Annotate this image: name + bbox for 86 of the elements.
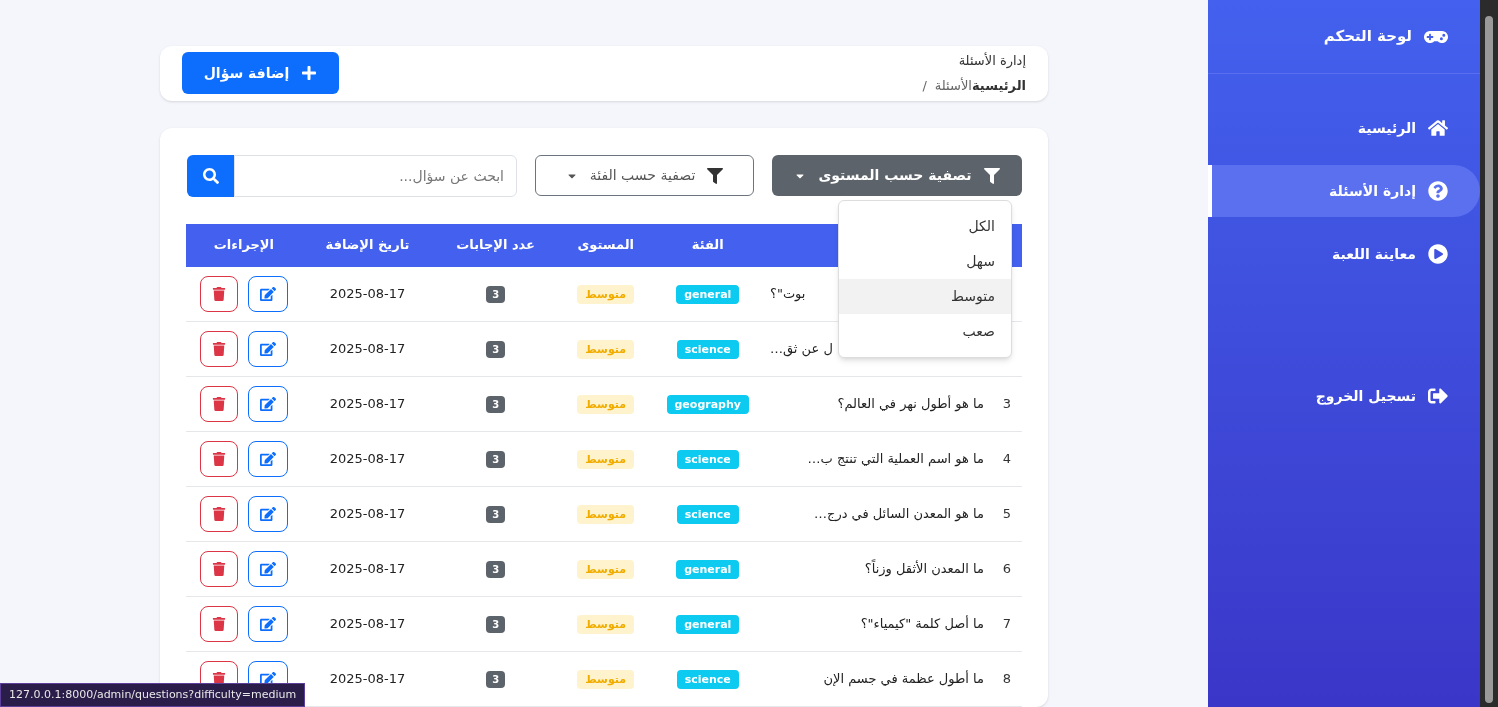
trash-icon xyxy=(211,617,226,631)
category-badge: general xyxy=(676,615,740,635)
trash-icon xyxy=(211,397,226,411)
level-badge: متوسط xyxy=(577,285,635,304)
dropdown-item[interactable]: سهل xyxy=(839,243,1011,279)
question-text: ما هو أطول نهر في العالم؟ xyxy=(837,394,984,414)
date-cell: 2025-08-17 xyxy=(301,266,434,322)
level-filter-button[interactable]: تصفية حسب المستوى xyxy=(772,155,1022,196)
category-badge: science xyxy=(676,505,739,525)
answers-count-badge: 3 xyxy=(486,506,506,524)
category-filter-button[interactable]: تصفية حسب الفئة xyxy=(535,155,754,196)
question-text: ما المعدن الأثقل وزناً؟ xyxy=(864,559,984,579)
date-cell: 2025-08-17 xyxy=(301,486,434,542)
row-number: 5 xyxy=(1002,506,1012,522)
level-badge: متوسط xyxy=(577,450,635,470)
edit-icon xyxy=(259,561,276,577)
plus-icon xyxy=(301,65,318,82)
answers-count-badge: 3 xyxy=(486,671,506,689)
category-badge: science xyxy=(676,450,739,470)
breadcrumb-separator: / xyxy=(922,77,927,96)
answers-count-badge: 3 xyxy=(486,451,506,469)
filter-icon xyxy=(707,167,724,184)
category-badge: science xyxy=(676,340,739,360)
row-number: 8 xyxy=(1002,671,1012,687)
play-icon xyxy=(1428,244,1448,264)
trash-icon xyxy=(211,342,226,356)
date-cell: 2025-08-17 xyxy=(301,596,434,652)
row-number: 4 xyxy=(1002,451,1012,467)
question-text: ل عن ثق… xyxy=(770,340,833,359)
edit-icon xyxy=(259,616,276,632)
sidebar-item[interactable]: إدارة الأسئلة xyxy=(1208,165,1480,217)
filter-icon xyxy=(983,167,1000,184)
logout-item[interactable]: تسجيل الخروج xyxy=(1208,370,1480,422)
question-icon xyxy=(1428,181,1448,201)
edit-icon xyxy=(259,451,276,467)
logout-icon xyxy=(1428,386,1448,406)
page-title: إدارة الأسئلة xyxy=(957,51,1026,71)
category-badge: science xyxy=(676,670,739,690)
question-text: ما أصل كلمة "كيمياء"؟ xyxy=(860,614,984,634)
dropdown-item[interactable]: متوسط xyxy=(839,278,1011,314)
date-cell: 2025-08-17 xyxy=(301,321,434,377)
edit-icon xyxy=(259,285,276,302)
question-text: ما هو اسم العملية التي تنتج ب… xyxy=(807,450,984,469)
status-url-tooltip: 127.0.0.1:8000/admin/questions?difficulty=medium xyxy=(0,683,306,707)
edit-icon xyxy=(259,341,276,357)
answers-count-badge: 3 xyxy=(486,286,506,303)
level-badge: متوسط xyxy=(577,340,635,360)
edit-icon xyxy=(259,506,276,522)
row-number: 3 xyxy=(1002,396,1012,412)
search-button[interactable] xyxy=(187,154,234,197)
trash-icon xyxy=(211,452,226,466)
answers-count-badge: 3 xyxy=(486,561,506,579)
search-field[interactable]: ابحث عن سؤال... xyxy=(234,154,517,197)
category-badge: geography xyxy=(666,395,749,415)
sidebar-brand: لوحة التحكم xyxy=(1323,26,1412,48)
search-icon xyxy=(202,167,219,184)
answers-count-badge: 3 xyxy=(486,396,506,414)
category-badge: general xyxy=(676,560,740,580)
question-text: ما أطول عظمة في جسم الإن xyxy=(823,669,984,689)
answers-count-badge: 3 xyxy=(486,341,506,359)
breadcrumb-current: الأسئلة xyxy=(934,76,972,96)
home-icon xyxy=(1428,118,1448,138)
trash-icon xyxy=(211,562,226,576)
level-badge: متوسط xyxy=(577,395,635,415)
row-number: 6 xyxy=(1002,561,1012,577)
add-question-button[interactable]: إضافة سؤال xyxy=(182,52,339,95)
edit-icon xyxy=(259,396,276,412)
date-cell: 2025-08-17 xyxy=(301,376,434,432)
dropdown-item[interactable]: الكل xyxy=(839,208,1011,244)
category-badge: general xyxy=(676,285,740,304)
question-text: بوت"؟ xyxy=(770,285,806,304)
answers-count-badge: 3 xyxy=(486,616,506,634)
trash-icon xyxy=(211,286,226,301)
question-text: ما هو المعدن السائل في درج… xyxy=(814,505,984,524)
dropdown-item[interactable]: صعب xyxy=(839,313,1011,349)
sidebar-item[interactable]: الرئيسية xyxy=(1208,102,1480,154)
level-badge: متوسط xyxy=(577,505,635,525)
breadcrumb-link[interactable]: الرئيسية xyxy=(971,76,1026,96)
level-badge: متوسط xyxy=(577,560,635,580)
date-cell: 2025-08-17 xyxy=(301,431,434,487)
level-badge: متوسط xyxy=(577,615,635,635)
date-cell: 2025-08-17 xyxy=(301,541,434,597)
trash-icon xyxy=(211,507,226,521)
sidebar-item[interactable]: معاينة اللعبة xyxy=(1208,228,1480,280)
level-badge: متوسط xyxy=(577,670,635,690)
row-number: 7 xyxy=(1002,616,1012,632)
